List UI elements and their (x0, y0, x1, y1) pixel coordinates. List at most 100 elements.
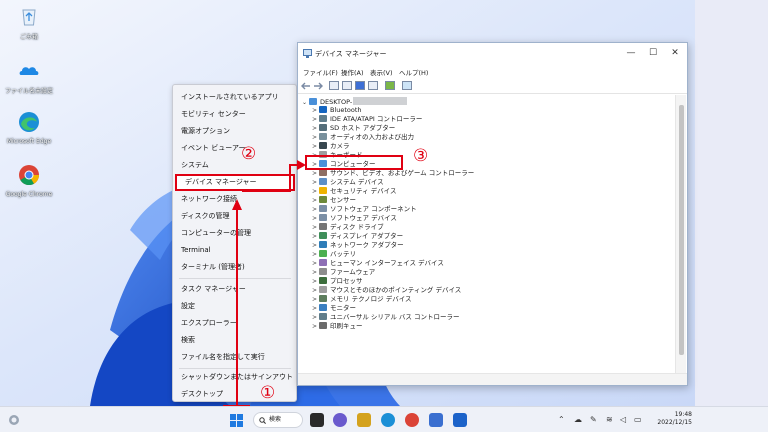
tree-item-battery[interactable]: > バッテリ (312, 250, 356, 259)
tree-item-monitor[interactable]: > モニター (312, 304, 356, 313)
show-hide-tree-icon[interactable] (329, 81, 339, 90)
tree-item-usb[interactable]: > ユニバーサル シリアル バス コントローラー (312, 313, 460, 322)
chevron-right-icon[interactable]: > (312, 268, 319, 277)
chevron-right-icon[interactable]: > (312, 169, 319, 178)
list-view-icon[interactable] (368, 81, 378, 90)
chevron-right-icon[interactable]: > (312, 187, 319, 196)
chevron-right-icon[interactable]: > (312, 196, 319, 205)
menu-item-disk-management[interactable]: ディスクの管理 (173, 208, 296, 225)
chevron-right-icon[interactable]: > (312, 205, 319, 214)
tree-item-sd-adapter[interactable]: > SD ホスト アダプター (312, 124, 395, 133)
menu-item-installed-apps[interactable]: インストールされているアプリ (173, 89, 296, 106)
desktop-icon-recycle-bin[interactable]: ごみ箱 (4, 4, 54, 41)
chevron-right-icon[interactable]: > (312, 178, 319, 187)
menu-item-run[interactable]: ファイル名を指定して実行 (173, 349, 296, 366)
chat-icon[interactable] (333, 413, 347, 427)
tree-item-software-components[interactable]: > ソフトウェア コンポーネント (312, 205, 417, 214)
chevron-right-icon[interactable]: > (312, 286, 319, 295)
menu-view[interactable]: 表示(V) (370, 67, 393, 77)
menu-item-settings[interactable]: 設定 (173, 298, 296, 315)
chevron-right-icon[interactable]: > (312, 124, 319, 133)
scrollbar-thumb[interactable] (679, 105, 684, 355)
menu-item-task-manager[interactable]: タスク マネージャー (173, 281, 296, 298)
tree-item-display-adapters[interactable]: > ディスプレイ アダプター (312, 232, 403, 241)
tree-item-firmware[interactable]: > ファームウェア (312, 268, 375, 277)
menu-item-network-connections[interactable]: ネットワーク接続 (173, 191, 296, 208)
chevron-right-icon[interactable]: > (312, 250, 319, 259)
task-view-icon[interactable] (310, 413, 324, 427)
menu-item-power-options[interactable]: 電源オプション (173, 123, 296, 140)
chevron-right-icon[interactable]: > (312, 142, 319, 151)
properties-icon[interactable] (342, 81, 352, 90)
tree-item-ide[interactable]: > IDE ATA/ATAPI コントローラー (312, 115, 422, 124)
menu-item-system[interactable]: システム (173, 157, 296, 174)
menu-item-computer-management[interactable]: コンピューターの管理 (173, 225, 296, 242)
chevron-up-icon[interactable]: ⌃ (558, 415, 565, 424)
tree-item-audio[interactable]: > オーディオの入力および出力 (312, 133, 414, 142)
store-icon[interactable] (429, 413, 443, 427)
help-icon[interactable] (355, 81, 365, 90)
vertical-scrollbar[interactable] (675, 95, 686, 373)
tree-item-print-queue[interactable]: > 印刷キュー (312, 322, 363, 331)
pen-icon[interactable]: ✎ (590, 415, 597, 424)
menu-action[interactable]: 操作(A) (341, 67, 364, 77)
chevron-right-icon[interactable]: > (312, 277, 319, 286)
monitor-toolbar-icon[interactable] (402, 81, 412, 90)
close-button[interactable]: ✕ (668, 47, 682, 59)
menu-item-explorer[interactable]: エクスプローラー (173, 315, 296, 332)
widgets-icon[interactable] (8, 414, 20, 426)
chevron-right-icon[interactable]: > (312, 115, 319, 124)
mail-icon[interactable] (453, 413, 467, 427)
tree-item-memory[interactable]: > メモリ テクノロジ デバイス (312, 295, 412, 304)
menu-help[interactable]: ヘルプ(H) (399, 67, 428, 77)
wifi-icon[interactable]: ≋ (606, 415, 613, 424)
windows-start-icon[interactable] (230, 414, 243, 427)
menu-item-device-manager[interactable]: デバイス マネージャー (175, 174, 295, 191)
tree-root[interactable]: ⌄ DESKTOP- (302, 97, 408, 107)
menu-item-shutdown[interactable]: シャットダウンまたはサインアウト (173, 369, 296, 386)
tree-item-bluetooth[interactable]: > Bluetooth (312, 106, 362, 115)
desktop-icon-onedrive[interactable]: ファイル名未設定 (4, 58, 54, 95)
menu-file[interactable]: ファイル(F) (303, 67, 338, 77)
volume-icon[interactable]: ◁ (620, 415, 626, 424)
chevron-down-icon[interactable]: ⌄ (302, 98, 309, 107)
chevron-right-icon[interactable]: > (312, 106, 319, 115)
tree-item-mouse[interactable]: > マウスとそのほかのポインティング デバイス (312, 286, 461, 295)
tree-item-software-devices[interactable]: > ソフトウェア デバイス (312, 214, 397, 223)
battery-tray-icon[interactable]: ▭ (634, 415, 642, 424)
tree-item-processor[interactable]: > プロセッサ (312, 277, 363, 286)
tree-item-sound[interactable]: > サウンド、ビデオ、およびゲーム コントローラー (312, 169, 474, 178)
edge-taskbar-icon[interactable] (381, 413, 395, 427)
menu-item-terminal[interactable]: Terminal (173, 242, 296, 259)
back-arrow-icon[interactable] (301, 82, 311, 90)
chevron-right-icon[interactable]: > (312, 322, 319, 331)
chevron-right-icon[interactable]: > (312, 259, 319, 268)
chevron-right-icon[interactable]: > (312, 304, 319, 313)
tree-item-security[interactable]: > セキュリティ デバイス (312, 187, 396, 196)
menu-item-event-viewer[interactable]: イベント ビューアー (173, 140, 296, 157)
menu-item-mobility-center[interactable]: モビリティ センター (173, 106, 296, 123)
menu-item-search[interactable]: 検索 (173, 332, 296, 349)
chevron-right-icon[interactable]: > (312, 223, 319, 232)
chevron-right-icon[interactable]: > (312, 295, 319, 304)
scan-hardware-icon[interactable] (385, 81, 395, 90)
tree-item-hid[interactable]: > ヒューマン インターフェイス デバイス (312, 259, 444, 268)
tree-item-system-devices[interactable]: > システム デバイス (312, 178, 384, 187)
tree-item-sensor[interactable]: > センサー (312, 196, 356, 205)
chevron-right-icon[interactable]: > (312, 214, 319, 223)
forward-arrow-icon[interactable] (313, 82, 323, 90)
horizontal-scrollbar[interactable] (298, 373, 687, 385)
taskbar-search-box[interactable]: 検索 (253, 412, 303, 428)
chevron-right-icon[interactable]: > (312, 313, 319, 322)
onedrive-tray-icon[interactable]: ☁ (574, 415, 582, 424)
file-explorer-icon[interactable] (357, 413, 371, 427)
tree-item-camera[interactable]: > カメラ (312, 142, 350, 151)
menu-item-desktop[interactable]: デスクトップ (173, 386, 296, 403)
tree-item-disk-drives[interactable]: > ディスク ドライブ (312, 223, 384, 232)
chevron-right-icon[interactable]: > (312, 241, 319, 250)
menu-item-terminal-admin[interactable]: ターミナル (管理者) (173, 259, 296, 276)
desktop-icon-edge[interactable]: Microsoft Edge (4, 110, 54, 145)
tree-item-network-adapters[interactable]: > ネットワーク アダプター (312, 241, 404, 250)
desktop-icon-chrome[interactable]: Google Chrome (4, 163, 54, 198)
chevron-right-icon[interactable]: > (312, 133, 319, 142)
